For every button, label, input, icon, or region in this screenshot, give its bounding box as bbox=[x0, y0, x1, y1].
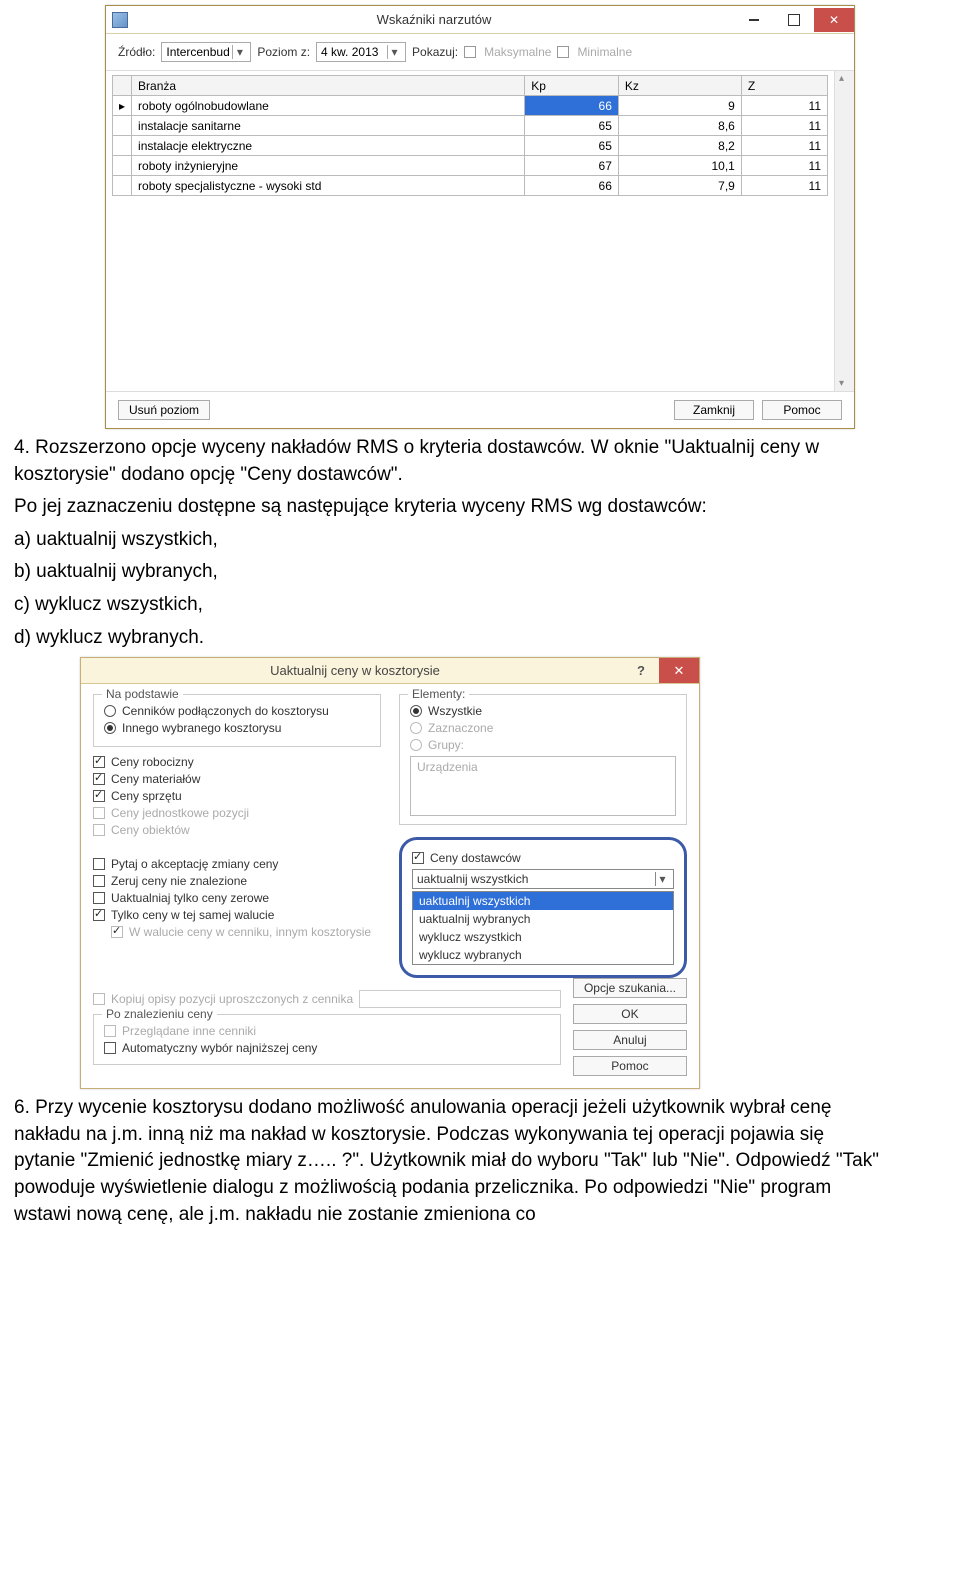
minimize-button[interactable] bbox=[734, 8, 774, 32]
chevron-down-icon: ▾ bbox=[655, 872, 669, 886]
help-titlebar-button[interactable]: ? bbox=[623, 663, 659, 678]
item-c: c) wyklucz wszystkich, bbox=[14, 592, 880, 619]
level-combo[interactable]: 4 kw. 2013 ▾ bbox=[316, 42, 406, 62]
after-find-group: Po znalezieniu ceny Przeglądane inne cen… bbox=[93, 1014, 561, 1065]
chk-objects: Ceny obiektów bbox=[93, 823, 381, 837]
table-area: Branża Kp Kz Z ▸roboty ogólnobudowlane66… bbox=[106, 71, 854, 391]
paragraph-4: 4. Rozszerzono opcje wyceny nakładów RMS… bbox=[14, 435, 880, 488]
window-title: Wskaźniki narzutów bbox=[134, 12, 734, 27]
right-column: Elementy: Wszystkie Zaznaczone Grupy: Ur… bbox=[399, 694, 687, 978]
left-column: Na podstawie Cenników podłączonych do ko… bbox=[93, 694, 381, 978]
chevron-down-icon: ▾ bbox=[232, 45, 246, 59]
chk-supplier-prices[interactable]: Ceny dostawców bbox=[412, 851, 674, 865]
dropdown-item[interactable]: wyklucz wybranych bbox=[413, 946, 673, 964]
maximize-button[interactable] bbox=[774, 8, 814, 32]
col-z[interactable]: Z bbox=[741, 76, 827, 96]
level-value: 4 kw. 2013 bbox=[321, 45, 378, 59]
footer: Usuń poziom Zamknij Pomoc bbox=[106, 391, 854, 428]
chk-materials[interactable]: Ceny materiałów bbox=[93, 772, 381, 786]
chk-lowest-price[interactable]: Automatyczny wybór najniższej ceny bbox=[104, 1041, 550, 1055]
vertical-scrollbar[interactable] bbox=[834, 71, 854, 391]
basis-radio-2[interactable]: Innego wybranego kosztorysu bbox=[104, 721, 370, 735]
chk-onlyzero[interactable]: Uaktualniaj tylko ceny zerowe bbox=[93, 891, 381, 905]
close-button[interactable] bbox=[814, 8, 854, 32]
supplier-prices-highlight: Ceny dostawców uaktualnij wszystkich ▾ u… bbox=[399, 837, 687, 978]
basis-legend: Na podstawie bbox=[102, 687, 183, 701]
table-row[interactable]: roboty inżynieryjne6710,111 bbox=[113, 156, 828, 176]
window-title: Uaktualnij ceny w kosztorysie bbox=[87, 663, 623, 678]
help-button[interactable]: Pomoc bbox=[573, 1056, 687, 1076]
col-kz[interactable]: Kz bbox=[618, 76, 741, 96]
after-find-legend: Po znalezieniu ceny bbox=[102, 1007, 217, 1021]
titlebar: Uaktualnij ceny w kosztorysie ? ✕ bbox=[81, 658, 699, 684]
app-icon bbox=[112, 12, 128, 28]
level-label: Poziom z: bbox=[257, 45, 310, 59]
supplier-combo[interactable]: uaktualnij wszystkich ▾ bbox=[412, 869, 674, 889]
titlebar: Wskaźniki narzutów bbox=[106, 6, 854, 34]
elements-group: Elementy: Wszystkie Zaznaczone Grupy: Ur… bbox=[399, 694, 687, 825]
chevron-down-icon: ▾ bbox=[387, 45, 401, 59]
supplier-combo-value: uaktualnij wszystkich bbox=[417, 872, 528, 886]
elem-groups: Grupy: bbox=[410, 738, 676, 752]
min-checkbox[interactable] bbox=[557, 46, 569, 58]
dropdown-item[interactable]: wyklucz wszystkich bbox=[413, 928, 673, 946]
chk-ask[interactable]: Pytaj o akceptację zmiany ceny bbox=[93, 857, 381, 871]
source-value: Intercenbud bbox=[166, 45, 229, 59]
elements-legend: Elementy: bbox=[408, 687, 469, 701]
item-a: a) uaktualnij wszystkich, bbox=[14, 527, 880, 554]
remove-level-button[interactable]: Usuń poziom bbox=[118, 400, 210, 420]
item-b: b) uaktualnij wybranych, bbox=[14, 559, 880, 586]
table-row[interactable]: instalacje elektryczne658,211 bbox=[113, 136, 828, 156]
markup-indicators-window: Wskaźniki narzutów Źródło: Intercenbud ▾… bbox=[105, 5, 855, 429]
max-checkbox[interactable] bbox=[464, 46, 476, 58]
elem-selected: Zaznaczone bbox=[410, 721, 676, 735]
table-row[interactable]: ▸roboty ogólnobudowlane66911 bbox=[113, 96, 828, 116]
dropdown-item[interactable]: uaktualnij wszystkich bbox=[413, 892, 673, 910]
show-label: Pokazuj: bbox=[412, 45, 458, 59]
copy-field bbox=[359, 990, 561, 1008]
chk-currency-pricelist: W walucie ceny w cenniku, innym kosztory… bbox=[111, 925, 381, 939]
max-label: Maksymalne bbox=[484, 45, 551, 59]
close-button[interactable]: ✕ bbox=[659, 658, 699, 683]
chk-samcurrency[interactable]: Tylko ceny w tej samej walucie bbox=[93, 908, 381, 922]
indicators-table[interactable]: Branża Kp Kz Z ▸roboty ogólnobudowlane66… bbox=[112, 75, 828, 196]
update-prices-window: Uaktualnij ceny w kosztorysie ? ✕ Na pod… bbox=[80, 657, 700, 1089]
col-kp[interactable]: Kp bbox=[525, 76, 619, 96]
paragraph-4b: Po jej zaznaczeniu dostępne są następują… bbox=[14, 494, 880, 521]
chk-unitprices: Ceny jednostkowe pozycji bbox=[93, 806, 381, 820]
paragraph-6: 6. Przy wycenie kosztorysu dodano możliw… bbox=[14, 1095, 880, 1228]
window-buttons bbox=[734, 8, 854, 32]
cancel-button[interactable]: Anuluj bbox=[573, 1030, 687, 1050]
source-label: Źródło: bbox=[118, 45, 155, 59]
chk-labor[interactable]: Ceny robocizny bbox=[93, 755, 381, 769]
chk-other-pricelists: Przeglądane inne cenniki bbox=[104, 1024, 550, 1038]
elem-all[interactable]: Wszystkie bbox=[410, 704, 676, 718]
item-d: d) wyklucz wybranych. bbox=[14, 625, 880, 652]
copy-descriptions-row: Kopiuj opisy pozycji uproszczonych z cen… bbox=[93, 990, 561, 1008]
basis-radio-1[interactable]: Cenników podłączonych do kosztorysu bbox=[104, 704, 370, 718]
dropdown-item[interactable]: uaktualnij wybranych bbox=[413, 910, 673, 928]
supplier-dropdown-list[interactable]: uaktualnij wszystkichuaktualnij wybranyc… bbox=[412, 891, 674, 965]
help-button[interactable]: Pomoc bbox=[762, 400, 842, 420]
col-branch[interactable]: Branża bbox=[132, 76, 525, 96]
chk-zero[interactable]: Zeruj ceny nie znalezione bbox=[93, 874, 381, 888]
table-row[interactable]: instalacje sanitarne658,611 bbox=[113, 116, 828, 136]
ok-button[interactable]: OK bbox=[573, 1004, 687, 1024]
source-combo[interactable]: Intercenbud ▾ bbox=[161, 42, 251, 62]
close-dialog-button[interactable]: Zamknij bbox=[674, 400, 754, 420]
table-row[interactable]: roboty specjalistyczne - wysoki std667,9… bbox=[113, 176, 828, 196]
min-label: Minimalne bbox=[577, 45, 632, 59]
chk-equipment[interactable]: Ceny sprzętu bbox=[93, 789, 381, 803]
search-options-button[interactable]: Opcje szukania... bbox=[573, 978, 687, 998]
toolbar: Źródło: Intercenbud ▾ Poziom z: 4 kw. 20… bbox=[106, 34, 854, 71]
copy-label: Kopiuj opisy pozycji uproszczonych z cen… bbox=[111, 992, 353, 1006]
groups-field: Urządzenia bbox=[410, 756, 676, 816]
basis-group: Na podstawie Cenników podłączonych do ko… bbox=[93, 694, 381, 747]
